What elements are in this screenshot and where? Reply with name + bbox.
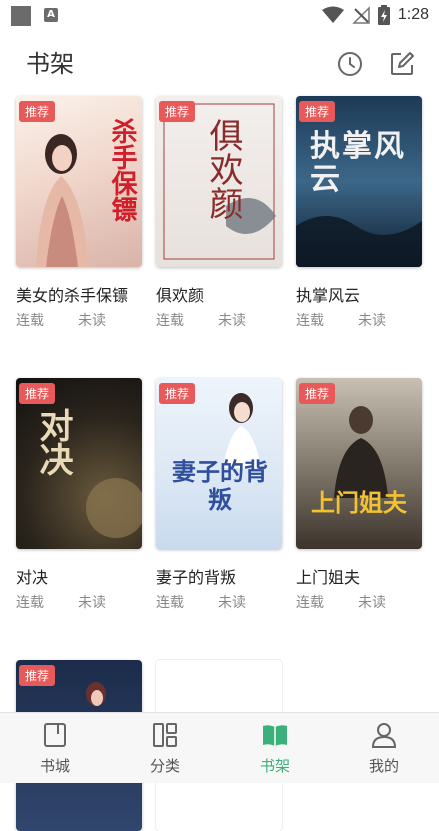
nav-bookstore[interactable]: 书城: [0, 713, 110, 783]
read-state: 未读: [358, 595, 386, 611]
cover-illustration-woman: [223, 393, 261, 468]
book-title: 执掌风云: [296, 286, 361, 305]
nav-category[interactable]: 分类: [110, 713, 220, 783]
page-title: 书架: [26, 50, 74, 78]
history-clock-icon[interactable]: [336, 50, 364, 78]
book-meta: 连载 未读: [296, 310, 422, 330]
edit-icon[interactable]: [388, 50, 416, 78]
cover-illustration-waves: [296, 216, 422, 267]
book-cover[interactable]: 执掌风云 推荐: [296, 96, 422, 267]
read-state: 未读: [78, 595, 106, 611]
cover-title: 上门姐夫: [311, 488, 407, 517]
notification-square-icon: [11, 6, 31, 26]
header: 书架: [0, 40, 439, 90]
cover-title: 执掌风云: [310, 129, 406, 197]
book-title: 上门姐夫: [296, 568, 361, 587]
nav-label: 书城: [39, 757, 70, 775]
cover-illustration-woman: [36, 134, 88, 267]
recommend-badge: 推荐: [19, 665, 56, 686]
read-state: 未读: [218, 595, 246, 611]
book-cover[interactable]: 妻子的背叛 推荐: [156, 378, 282, 549]
nav-label: 我的: [368, 757, 399, 775]
nav-profile[interactable]: 我的: [329, 713, 439, 783]
book-title: 对决: [16, 568, 49, 587]
cover-title: 妻子的背叛: [172, 457, 268, 514]
cover-title: 俱欢颜: [203, 118, 243, 220]
cover-illustration-coin: [86, 478, 142, 538]
book-item[interactable]: 对决 推荐 对决 连载 未读: [16, 378, 142, 612]
book-meta: 连载 未读: [296, 592, 422, 612]
wifi-icon: [321, 6, 344, 23]
book-title: 俱欢颜: [156, 286, 205, 305]
battery-icon: [377, 5, 390, 25]
book-item[interactable]: 杀手保镖 推荐 美女的杀手保镖 连载 未读: [16, 96, 142, 330]
serial-status: 连载: [156, 313, 184, 329]
cover-illustration-man: [334, 406, 388, 498]
book-cover[interactable]: 杀手保镖 推荐: [16, 96, 142, 267]
book-item[interactable]: 上门姐夫 推荐 上门姐夫 连载 未读: [296, 378, 422, 612]
book-item[interactable]: 执掌风云 推荐 执掌风云 连载 未读: [296, 96, 422, 330]
status-icons: 1:28: [321, 4, 429, 26]
book-meta: 连载 未读: [16, 310, 142, 330]
clock-time: 1:28: [397, 6, 429, 23]
book-item[interactable]: 俱欢颜 推荐 俱欢颜 连载 未读: [156, 96, 282, 330]
read-state: 未读: [78, 313, 106, 329]
status-bar: A 1:28: [0, 0, 439, 30]
book-meta: 连载 未读: [156, 310, 282, 330]
book-cover[interactable]: 俱欢颜 推荐: [156, 96, 282, 267]
book-title: 妻子的背叛: [156, 568, 237, 587]
category-icon: [153, 723, 177, 747]
signal-off-icon: [352, 6, 370, 24]
recommend-badge: 推荐: [19, 383, 56, 404]
book-meta: 连载 未读: [16, 592, 142, 612]
read-state: 未读: [218, 313, 246, 329]
nav-label: 分类: [149, 757, 180, 775]
notification-a-icon: A: [44, 8, 58, 22]
serial-status: 连载: [16, 595, 44, 611]
cover-title: 对决: [33, 408, 73, 476]
book-item[interactable]: 妻子的背叛 推荐 妻子的背叛 连载 未读: [156, 378, 282, 612]
book-cover[interactable]: 对决 推荐: [16, 378, 142, 549]
read-state: 未读: [358, 313, 386, 329]
nav-bookshelf[interactable]: 书架: [220, 713, 330, 783]
recommend-badge: 推荐: [159, 383, 196, 404]
nav-label: 书架: [259, 757, 290, 775]
book-cover[interactable]: 上门姐夫 推荐: [296, 378, 422, 549]
book-title: 美女的杀手保镖: [16, 286, 129, 305]
recommend-badge: 推荐: [299, 101, 336, 122]
bookshelf-icon: [263, 725, 287, 746]
book-icon: [44, 723, 66, 747]
serial-status: 连载: [16, 313, 44, 329]
profile-icon: [371, 723, 397, 748]
book-meta: 连载 未读: [156, 592, 282, 612]
recommend-badge: 推荐: [19, 101, 56, 122]
serial-status: 连载: [296, 313, 324, 329]
recommend-badge: 推荐: [159, 101, 196, 122]
recommend-badge: 推荐: [299, 383, 336, 404]
serial-status: 连载: [156, 595, 184, 611]
cover-title: 杀手保镖: [107, 118, 137, 222]
bottom-nav: 书城 分类 书架 我的: [0, 712, 439, 783]
serial-status: 连载: [296, 595, 324, 611]
